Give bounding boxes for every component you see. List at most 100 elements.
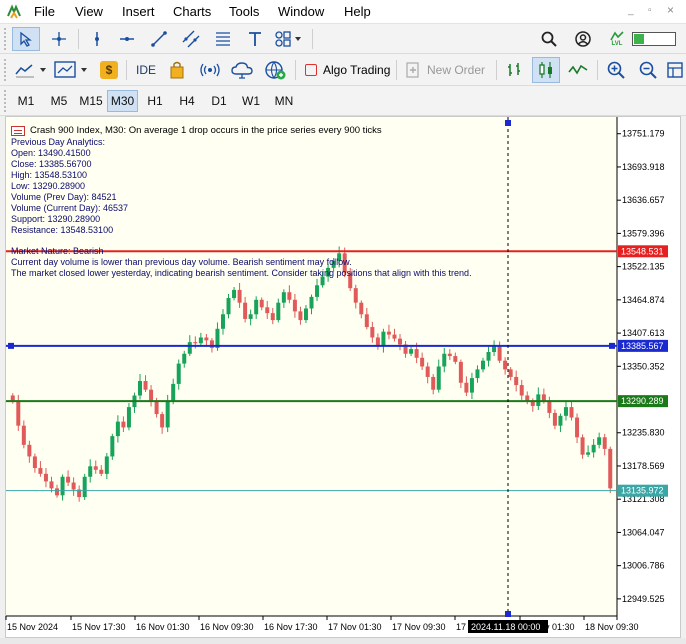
price-tick-label: 13636.657 bbox=[622, 195, 665, 205]
candle-body bbox=[447, 353, 452, 357]
candle-body bbox=[398, 338, 403, 345]
candle-body bbox=[121, 421, 126, 428]
candle-body bbox=[281, 292, 286, 303]
candle-body bbox=[547, 401, 552, 413]
candle-body bbox=[508, 369, 513, 377]
candle-body bbox=[608, 448, 613, 489]
crosshair-time-label: 2024.11.18 00:00 bbox=[471, 622, 540, 632]
price-tick-label: 13579.396 bbox=[622, 228, 665, 238]
candle-body bbox=[55, 488, 60, 496]
chart-info-overlay: Crash 900 Index, M30: On average 1 drop … bbox=[11, 124, 611, 279]
price-tick-label: 13006.786 bbox=[622, 561, 665, 571]
candle-body bbox=[243, 302, 248, 319]
candle-body bbox=[309, 296, 314, 309]
price-tick-label: 13693.918 bbox=[622, 162, 665, 172]
candle-body bbox=[580, 437, 585, 455]
candle-body bbox=[597, 437, 602, 445]
candle-body bbox=[453, 356, 458, 362]
candle-body bbox=[359, 302, 364, 315]
time-tick-label: 17 bbox=[456, 622, 466, 632]
analytics-close: Close: 13385.56700 bbox=[11, 159, 92, 169]
candle-body bbox=[265, 307, 270, 314]
previous-close-price-label: 13385.567 bbox=[621, 341, 664, 351]
price-tick-label: 13064.047 bbox=[622, 527, 665, 537]
candle-body bbox=[298, 311, 303, 321]
analytics-resistance: Resistance: 13548.53100 bbox=[11, 225, 114, 235]
candle-body bbox=[503, 360, 508, 370]
chart-window-icon bbox=[11, 125, 25, 136]
candle-body bbox=[226, 298, 231, 315]
candle-body bbox=[602, 437, 607, 449]
candle-body bbox=[569, 407, 574, 418]
candle-body bbox=[270, 313, 275, 321]
candle-body bbox=[198, 337, 203, 344]
candle-body bbox=[458, 361, 463, 383]
crosshair-handle-bottom bbox=[505, 611, 511, 617]
status-bar bbox=[0, 638, 686, 644]
candle-body bbox=[182, 353, 187, 364]
analytics-high: High: 13548.53100 bbox=[11, 170, 88, 180]
candle-body bbox=[469, 378, 474, 393]
price-tick-label: 13751.179 bbox=[622, 129, 665, 139]
candle-body bbox=[143, 381, 148, 390]
candle-body bbox=[38, 468, 43, 474]
price-tick-label: 13235.830 bbox=[622, 428, 665, 438]
time-tick-label: 16 Nov 09:30 bbox=[200, 622, 254, 632]
candle-body bbox=[436, 366, 441, 390]
candle-body bbox=[381, 331, 386, 347]
candle-body bbox=[71, 482, 76, 490]
candle-body bbox=[575, 417, 580, 438]
price-chart[interactable]: 13751.179 13693.918 13636.657 13579.396 1352… bbox=[0, 0, 686, 644]
time-tick-label: 15 Nov 2024 bbox=[7, 622, 58, 632]
candle-body bbox=[586, 452, 591, 455]
candle-body bbox=[165, 401, 170, 428]
price-tick-label: 13178.569 bbox=[622, 461, 665, 471]
candle-body bbox=[409, 349, 414, 354]
candle-body bbox=[464, 382, 469, 393]
bid-price-label: 13135.972 bbox=[621, 486, 664, 496]
candle-body bbox=[475, 369, 480, 379]
time-tick-label: 16 Nov 17:30 bbox=[264, 622, 318, 632]
time-tick-label: 17 Nov 01:30 bbox=[328, 622, 382, 632]
candle-body bbox=[49, 481, 54, 489]
market-nature: Market Nature: Bearish bbox=[11, 246, 104, 256]
candle-body bbox=[514, 376, 519, 386]
candle-body bbox=[232, 289, 237, 299]
price-tick-label: 13522.135 bbox=[622, 262, 665, 272]
candle-body bbox=[27, 444, 32, 457]
support-price-label: 13290.289 bbox=[621, 396, 664, 406]
market-close-note: The market closed lower yesterday, indic… bbox=[11, 268, 472, 278]
candle-body bbox=[248, 314, 253, 319]
candle-body bbox=[303, 308, 308, 321]
candle-body bbox=[420, 357, 425, 367]
market-volume-note: Current day volume is lower than previou… bbox=[11, 257, 352, 267]
candle-body bbox=[486, 351, 491, 361]
candle-body bbox=[187, 342, 192, 354]
candle-body bbox=[425, 366, 430, 377]
candle-body bbox=[104, 456, 109, 474]
candle-body bbox=[193, 342, 198, 344]
candle-body bbox=[138, 381, 143, 396]
candle-body bbox=[480, 360, 485, 370]
price-tick-label: 12949.525 bbox=[622, 594, 665, 604]
candle-body bbox=[149, 389, 154, 402]
candle-body bbox=[21, 425, 26, 445]
candle-body bbox=[237, 289, 242, 303]
candle-body bbox=[254, 299, 259, 315]
time-tick-label: 17 Nov 09:30 bbox=[392, 622, 446, 632]
trading-terminal-window: File View Insert Charts Tools Window Hel… bbox=[0, 0, 686, 644]
analytics-low: Low: 13290.28900 bbox=[11, 181, 86, 191]
price-tick-label: 13350.352 bbox=[622, 361, 665, 371]
analytics-open: Open: 13490.41500 bbox=[11, 148, 91, 158]
candle-body bbox=[176, 363, 181, 384]
symbol-header: Crash 900 Index, M30: On average 1 drop … bbox=[11, 124, 611, 137]
candle-body bbox=[220, 314, 225, 329]
candle-body bbox=[126, 407, 131, 428]
candle-body bbox=[386, 331, 391, 335]
candle-body bbox=[204, 337, 209, 341]
candle-body bbox=[115, 421, 120, 437]
candle-body bbox=[558, 415, 563, 426]
candle-body bbox=[171, 383, 176, 402]
candle-body bbox=[154, 401, 159, 415]
candle-body bbox=[110, 436, 115, 457]
